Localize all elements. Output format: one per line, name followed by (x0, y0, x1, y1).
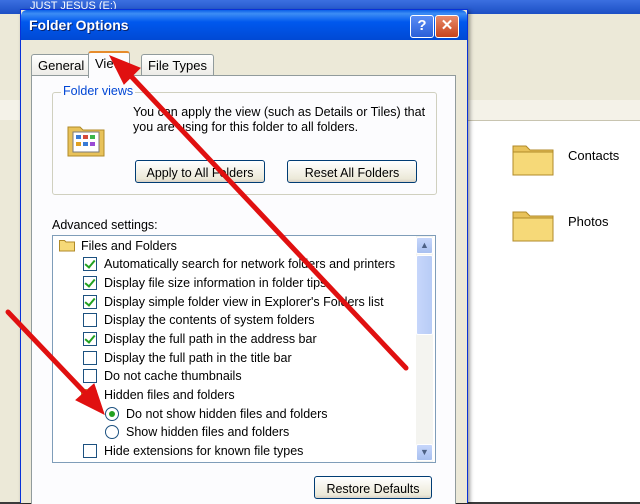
setting-label: Display the full path in the address bar (104, 332, 317, 346)
restore-defaults-button[interactable]: Restore Defaults (314, 476, 432, 499)
close-button[interactable]: ✕ (435, 15, 459, 38)
folder-views-description: You can apply the view (such as Details … (133, 105, 426, 134)
tree-group-hidden-files: Hidden files and folders (53, 386, 413, 404)
radio-unselected[interactable] (105, 425, 119, 439)
advanced-settings-label: Advanced settings: (52, 218, 158, 232)
setting-label: Automatically search for network folders… (104, 257, 396, 271)
folder-views-group: Folder views You can apply the view (suc… (52, 84, 437, 195)
setting-full-path-address-bar[interactable]: Display the full path in the address bar (53, 330, 413, 348)
view-tab-panel: Folder views You can apply the view (suc… (31, 75, 456, 504)
setting-label: Display file size information in folder … (104, 276, 327, 290)
setting-label: Show hidden files and folders (126, 425, 290, 439)
setting-show-hidden[interactable]: Show hidden files and folders (53, 423, 413, 441)
folder-views-legend: Folder views (61, 84, 136, 98)
folder-icon (81, 389, 97, 401)
checkbox-checked[interactable] (83, 332, 97, 346)
setting-label: Display simple folder view in Explorer's… (104, 295, 384, 309)
file-item-photos[interactable]: Photos (512, 206, 632, 254)
setting-auto-search-network[interactable]: Automatically search for network folders… (53, 255, 413, 273)
scroll-down-button[interactable]: ▼ (416, 444, 433, 461)
tab-view[interactable]: View (88, 51, 130, 78)
setting-label: Hide extensions for known file types (104, 444, 304, 458)
apply-to-all-folders-button[interactable]: Apply to All Folders (135, 160, 265, 183)
folder-icon (59, 240, 75, 252)
dialog-title: Folder Options (29, 17, 129, 33)
setting-label: Display the full path in the title bar (104, 351, 292, 365)
file-label: Contacts (568, 148, 620, 163)
tree-group-label: Files and Folders (81, 239, 177, 253)
folder-views-icon (67, 126, 105, 157)
vertical-scrollbar[interactable]: ▲ ▼ (416, 236, 433, 462)
tab-file-types[interactable]: File Types (141, 54, 215, 76)
advanced-settings-list[interactable]: Files and Folders Automatically search f… (52, 235, 436, 463)
tree-group-label: Hidden files and folders (104, 388, 235, 402)
checkbox-checked[interactable] (83, 276, 97, 290)
tree-group-files-and-folders: Files and Folders (53, 237, 413, 255)
folder-options-dialog: Folder Options ? ✕ General View File Typ… (20, 9, 468, 504)
setting-label: Display the contents of system folders (104, 313, 315, 327)
checkbox-checked[interactable] (83, 257, 97, 271)
setting-system-folder-contents[interactable]: Display the contents of system folders (53, 311, 413, 329)
radio-selected[interactable] (105, 407, 119, 421)
help-button[interactable]: ? (410, 15, 434, 38)
explorer-left-pane (0, 120, 22, 502)
checkbox-unchecked[interactable] (83, 369, 97, 383)
checkbox-unchecked[interactable] (83, 351, 97, 365)
tab-general[interactable]: General (31, 54, 92, 76)
dialog-title-bar[interactable]: Folder Options ? ✕ (21, 10, 467, 40)
setting-label: Do not cache thumbnails (104, 369, 242, 383)
scroll-up-button[interactable]: ▲ (416, 237, 433, 254)
file-item-contacts[interactable]: Contacts (512, 140, 632, 188)
setting-hide-extensions[interactable]: Hide extensions for known file types (53, 442, 413, 460)
setting-full-path-title-bar[interactable]: Display the full path in the title bar (53, 349, 413, 367)
reset-all-folders-button[interactable]: Reset All Folders (287, 160, 417, 183)
setting-file-size-info[interactable]: Display file size information in folder … (53, 274, 413, 292)
setting-do-not-show-hidden[interactable]: Do not show hidden files and folders (53, 405, 413, 423)
checkbox-unchecked[interactable] (83, 313, 97, 327)
setting-label: Do not show hidden files and folders (126, 407, 328, 421)
folder-icon (512, 211, 554, 242)
setting-no-cache-thumbnails[interactable]: Do not cache thumbnails (53, 367, 413, 385)
setting-simple-folder-view[interactable]: Display simple folder view in Explorer's… (53, 293, 413, 311)
scroll-thumb[interactable] (416, 255, 433, 335)
checkbox-unchecked[interactable] (83, 444, 97, 458)
file-label: Photos (568, 214, 609, 229)
checkbox-checked[interactable] (83, 295, 97, 309)
folder-icon (512, 145, 554, 176)
